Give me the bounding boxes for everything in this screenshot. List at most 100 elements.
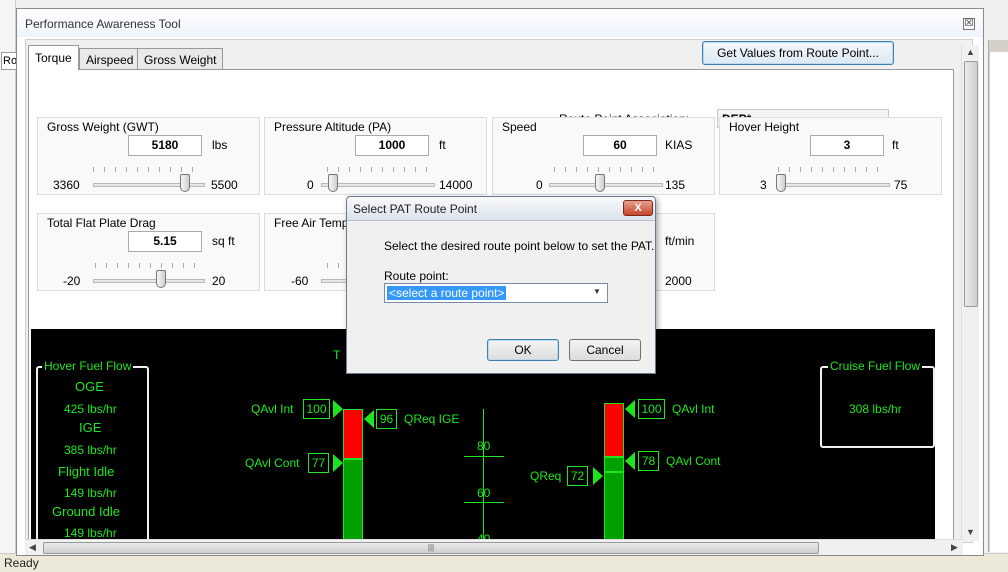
horizontal-scroll-thumb[interactable]: ||| [43, 542, 819, 554]
pressure-altitude-group: Pressure Altitude (PA) 1000 ft 0 14000 [264, 117, 487, 195]
speed-slider-thumb[interactable] [595, 174, 606, 192]
tab-gross-weight[interactable]: Gross Weight [137, 48, 224, 69]
gross-weight-max: 5500 [211, 178, 238, 192]
flat-plate-drag-max: 20 [212, 274, 226, 288]
speed-input[interactable]: 60 [583, 135, 657, 156]
ok-button[interactable]: OK [487, 339, 559, 361]
scale-line-80 [464, 456, 504, 457]
hover-height-min: 3 [760, 178, 767, 192]
right-qavl-cont-marker [625, 452, 635, 470]
rate-of-climb-unit: ft/min [665, 234, 695, 248]
gross-weight-group: Gross Weight (GWT) 5180 lbs 3360 5500 [37, 117, 260, 195]
pressure-altitude-min: 0 [307, 178, 314, 192]
cruise-fuel-flow-title: Cruise Fuel Flow [828, 359, 923, 373]
right-qavl-int-label: QAvl Int [672, 402, 715, 416]
speed-max: 135 [665, 178, 686, 192]
flat-plate-drag-group: Total Flat Plate Drag 5.15 sq ft -20 20 [37, 213, 260, 291]
scroll-up-arrow-icon[interactable]: ▲ [966, 47, 975, 57]
free-air-temp-min: -60 [291, 274, 309, 288]
gross-weight-label: Gross Weight (GWT) [47, 120, 159, 134]
speed-label: Speed [502, 120, 537, 134]
tab-torque[interactable]: Torque [28, 45, 79, 70]
rate-of-climb-max: 2000 [665, 274, 692, 288]
flight-idle-label: Flight Idle [58, 464, 115, 479]
scroll-left-arrow-icon[interactable]: ◀ [29, 542, 36, 553]
right-qavl-cont-value: 78 [638, 451, 659, 471]
ground-idle-label: Ground Idle [52, 504, 120, 519]
gross-weight-input[interactable]: 5180 [128, 135, 202, 156]
free-air-temp-label: Free Air Temp [274, 216, 349, 230]
speed-slider[interactable] [549, 183, 663, 187]
left-qreq-label: QReq IGE [404, 412, 460, 426]
vertical-scroll-thumb[interactable] [964, 61, 978, 307]
ige-value: 385 lbs/hr [64, 443, 117, 457]
right-qreq-marker [593, 467, 603, 485]
speed-min: 0 [536, 178, 543, 192]
pressure-altitude-label: Pressure Altitude (PA) [274, 120, 392, 134]
hover-height-label: Hover Height [729, 120, 800, 134]
left-gauge-title-partial: T [333, 348, 341, 362]
scroll-down-arrow-icon[interactable]: ▼ [966, 527, 975, 537]
cruise-fuel-flow-panel: Cruise Fuel Flow 308 lbs/hr [820, 359, 935, 448]
hover-height-unit: ft [892, 138, 899, 152]
left-qreq-marker [364, 410, 374, 428]
hover-height-slider[interactable] [776, 183, 890, 187]
speed-group: Speed 60 KIAS 0 135 [492, 117, 715, 195]
ground-idle-value: 149 lbs/hr [64, 526, 117, 540]
scroll-right-arrow-icon[interactable]: ▶ [951, 542, 958, 553]
hover-height-input[interactable]: 3 [810, 135, 884, 156]
flat-plate-drag-slider-thumb[interactable] [156, 270, 167, 288]
left-torque-bar-red [343, 409, 363, 459]
left-qavl-int-label: QAvl Int [251, 402, 294, 416]
scale-label-60: 60 [477, 486, 491, 500]
flight-idle-value: 149 lbs/hr [64, 486, 117, 500]
scale-label-80: 80 [477, 439, 491, 453]
route-point-select[interactable]: <select a route point> ▼ [384, 283, 608, 303]
cancel-button[interactable]: Cancel [569, 339, 641, 361]
gross-weight-min: 3360 [53, 178, 80, 192]
left-torque-bar-green [343, 459, 363, 542]
left-qavl-cont-marker [333, 454, 343, 472]
horizontal-scrollbar[interactable]: ◀ ||| ▶ [25, 539, 963, 555]
hover-height-slider-thumb[interactable] [776, 174, 786, 192]
right-torque-bar-red [604, 403, 624, 457]
hover-fuel-flow-title: Hover Fuel Flow [42, 359, 134, 373]
window-title: Performance Awareness Tool [25, 17, 181, 31]
select-route-point-dialog: Select PAT Route Point X Select the desi… [346, 196, 656, 374]
pressure-altitude-input[interactable]: 1000 [355, 135, 429, 156]
get-values-route-point-button[interactable]: Get Values from Route Point... [702, 41, 894, 65]
flat-plate-drag-unit: sq ft [212, 234, 235, 248]
pressure-altitude-slider[interactable] [321, 183, 435, 187]
pressure-altitude-unit: ft [439, 138, 446, 152]
hover-fuel-flow-panel: Hover Fuel Flow OGE 425 lbs/hr IGE 385 l… [36, 359, 149, 542]
pressure-altitude-slider-thumb[interactable] [328, 174, 339, 192]
flat-plate-drag-min: -20 [63, 274, 81, 288]
route-point-label: Route point: [384, 269, 449, 283]
window-close-button[interactable]: ☒ [963, 18, 975, 30]
right-qavl-cont-label: QAvl Cont [666, 454, 721, 468]
gross-weight-unit: lbs [212, 138, 228, 152]
left-qavl-int-marker [333, 400, 343, 418]
background-right-list [990, 52, 1008, 552]
tab-airspeed[interactable]: Airspeed [79, 48, 141, 69]
right-torque-bar-green [604, 472, 624, 542]
hover-height-max: 75 [894, 178, 908, 192]
left-qavl-cont-label: QAvl Cont [245, 456, 300, 470]
left-qavl-cont-value: 77 [308, 453, 329, 473]
scale-line-60 [464, 502, 504, 503]
window-titlebar: Performance Awareness Tool ☒ [17, 9, 983, 37]
right-qavl-int-marker [625, 400, 635, 418]
flat-plate-drag-slider[interactable] [93, 279, 205, 283]
chevron-down-icon[interactable]: ▼ [593, 287, 601, 296]
right-qreq-label: QReq [530, 469, 562, 483]
cruise-fuel-flow-value: 308 lbs/hr [849, 402, 902, 416]
gross-weight-slider-thumb[interactable] [179, 174, 190, 192]
vertical-scrollbar[interactable]: ▲ ▼ [961, 45, 979, 541]
dialog-title: Select PAT Route Point [353, 202, 478, 216]
dialog-close-button[interactable]: X [623, 200, 653, 216]
scale-axis [483, 409, 484, 542]
pressure-altitude-max: 14000 [439, 178, 473, 192]
flat-plate-drag-input[interactable]: 5.15 [128, 231, 202, 252]
right-torque-bar-mid [604, 457, 624, 472]
left-qreq-value: 96 [376, 409, 397, 429]
